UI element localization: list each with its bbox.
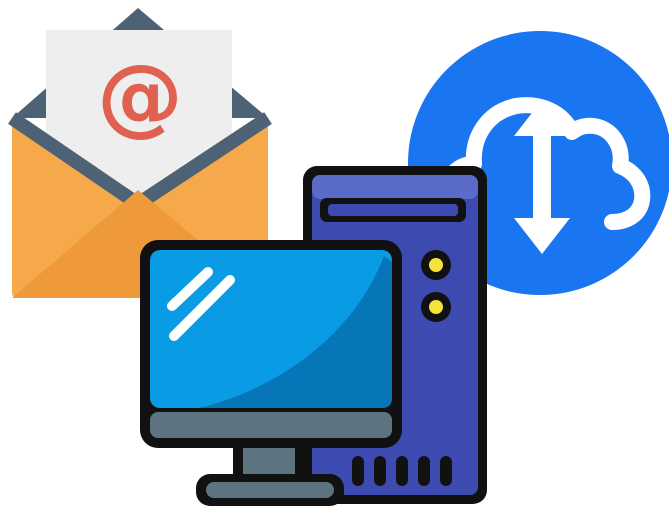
stand-base: [206, 482, 334, 498]
vent-slot: [418, 456, 430, 486]
vent-slot: [396, 456, 408, 486]
at-sign-icon: @: [97, 46, 183, 146]
icon-collage: @: [0, 0, 669, 509]
vent-slot: [352, 456, 364, 486]
drive-bay-slot: [328, 204, 458, 216]
vent-slot: [374, 456, 386, 486]
vent-slot: [440, 456, 452, 486]
at-symbol-glyph: @: [97, 46, 183, 146]
tower-top-highlight: [312, 175, 478, 199]
power-led: [429, 258, 443, 272]
illustration-canvas: @: [8, 8, 669, 506]
monitor-chin: [150, 412, 392, 438]
activity-led: [429, 300, 443, 314]
